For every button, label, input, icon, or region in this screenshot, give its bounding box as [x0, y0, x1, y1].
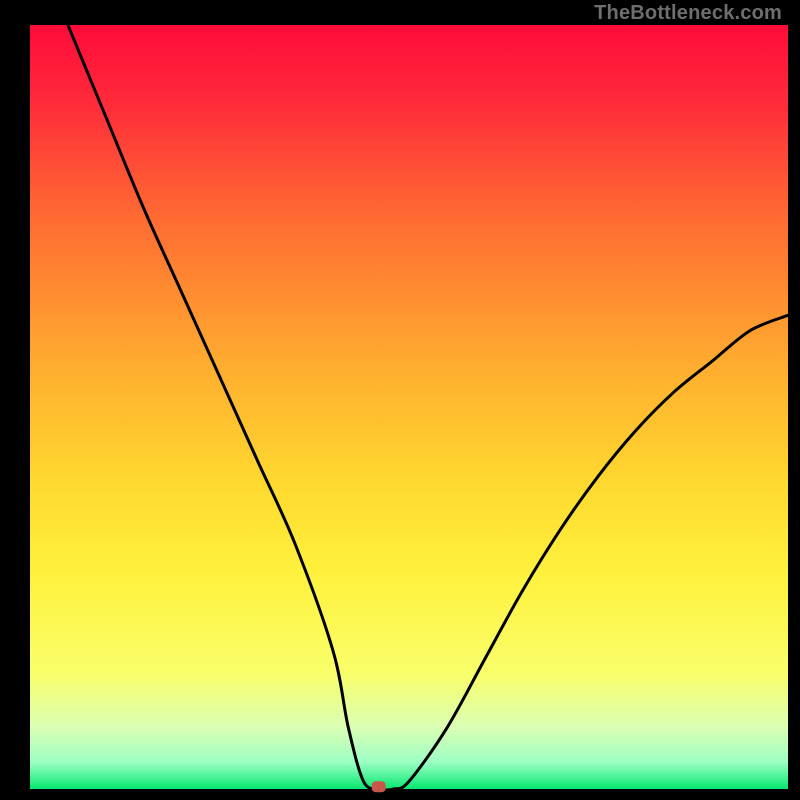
watermark-label: TheBottleneck.com [594, 2, 782, 25]
plot-background [30, 25, 788, 789]
chart-svg [0, 0, 800, 800]
optimum-marker [372, 781, 386, 792]
chart-container: TheBottleneck.com [0, 0, 800, 800]
